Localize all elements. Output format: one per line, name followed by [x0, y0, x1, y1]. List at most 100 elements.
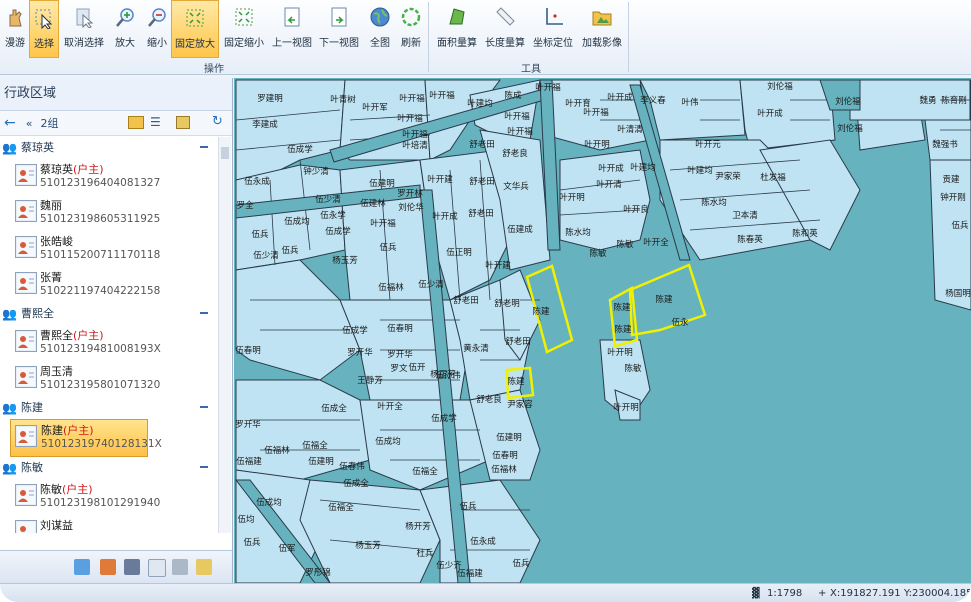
parcel-label: 伍福林: [264, 445, 290, 456]
polygon-icon: [444, 4, 470, 30]
select-button[interactable]: 选择: [29, 0, 59, 58]
coord-locate-button[interactable]: 坐标定位: [532, 0, 574, 58]
parcel-label: 伍成学: [342, 325, 368, 336]
parcel-label: 陈敏: [589, 248, 607, 259]
list-item[interactable]: 刘谋益: [0, 515, 218, 533]
folder-icon[interactable]: [128, 116, 144, 129]
zoom-out-icon: [144, 4, 170, 30]
parcel-label: 舒老田: [505, 336, 531, 347]
document-tab-icon[interactable]: [148, 559, 166, 577]
tree-group[interactable]: 👥 陈敏: [0, 457, 218, 479]
person-card-icon: [15, 425, 37, 447]
parcel-label: 叶开福: [504, 111, 530, 122]
people-tab-icon[interactable]: [74, 559, 90, 575]
parcel-label: 杨玉芳: [355, 540, 381, 551]
parcel-label: 伍成全: [343, 478, 369, 489]
fixed-zoom-in-button[interactable]: 固定放大: [171, 0, 219, 58]
group-label-operate: 操作: [204, 64, 224, 75]
tree-group[interactable]: 👥 陈建: [0, 397, 218, 419]
parcel-label: 杨玉芳: [332, 255, 358, 266]
next-view-button[interactable]: 下一视图: [319, 0, 359, 58]
users-icon: 👥: [2, 307, 17, 321]
collapse-icon[interactable]: [200, 146, 208, 148]
parcel-label: 杜发福: [760, 172, 786, 183]
binoculars-tab-icon[interactable]: [124, 559, 140, 575]
scrollbar-thumb[interactable]: [221, 147, 229, 159]
roam-button[interactable]: 漫游: [1, 0, 29, 58]
tree-group[interactable]: 👥 蔡琼英: [0, 137, 218, 159]
person-name: 张菁: [40, 271, 62, 284]
parcel-label: 王静芳: [357, 375, 383, 386]
list-item[interactable]: 魏丽 510123198605311925: [0, 195, 218, 231]
parcel-label: 刘伦福: [835, 96, 861, 107]
collapse-icon[interactable]: [200, 406, 208, 408]
layers-tab-icon[interactable]: [196, 559, 212, 575]
list-item-selected[interactable]: 陈建(户主) 51012319740128131X: [10, 419, 162, 457]
person-card-icon: [15, 366, 37, 388]
parcel-label: 伍成学: [325, 226, 351, 237]
list-item[interactable]: 张皓峻 510115200711170118: [0, 231, 218, 267]
parcel-label: 刘伦华: [398, 202, 424, 213]
parcel-label: 伍福建: [236, 456, 262, 467]
collapse-icon[interactable]: [200, 312, 208, 314]
tree-icon[interactable]: ☰: [150, 115, 161, 129]
parcel-label: 伍福建: [457, 568, 483, 579]
tree-group[interactable]: 👥 曹熙全: [0, 303, 218, 325]
zoom-in-button[interactable]: 放大: [111, 0, 139, 58]
parcel-label: 伍永学: [320, 210, 346, 221]
list-item[interactable]: 陈敏(户主) 510123198101291940: [0, 479, 218, 515]
person-name: 周玉清: [40, 365, 73, 378]
refresh-small-icon[interactable]: ↻: [212, 114, 223, 129]
parcel-label: 舒老田: [469, 139, 495, 150]
parcel-label: 叶开明: [584, 140, 610, 150]
parcel-label: 伍兵: [281, 245, 299, 256]
parcel-label: 陈和英: [792, 228, 818, 239]
printer-tab-icon[interactable]: [172, 559, 188, 575]
map-canvas[interactable]: 罗建明 叶青树 叶开福 叶开福 叶建均 陈成 叶开福 叶开育 叶开成 李义春 叶伟 刘伦福 刘伦福 魏勇陈…: [234, 78, 971, 583]
back-arrow-icon[interactable]: ←: [4, 115, 16, 131]
person-id: 510123196404081327: [40, 177, 161, 189]
parcel-label: 陈建: [507, 376, 525, 387]
list-item[interactable]: 张菁 510221197404222158: [0, 267, 218, 303]
panel-bottom-toolbar: [0, 550, 232, 583]
full-view-button[interactable]: 全图: [367, 0, 393, 58]
list-item[interactable]: 蔡琼英(户主) 510123196404081327: [0, 159, 218, 195]
parcel-label: 刘伦福: [767, 81, 793, 92]
zoom-out-button[interactable]: 缩小: [143, 0, 171, 58]
parcel-label: 伍春明: [492, 450, 518, 461]
parcel-label: 杜兵: [416, 548, 434, 559]
double-left-icon[interactable]: «: [26, 117, 33, 130]
parcel-label: 伍开: [408, 362, 426, 373]
person-name: 曹熙全: [40, 329, 73, 342]
fixed-zoom-out-button[interactable]: 固定缩小: [222, 0, 266, 58]
person-card-icon: [15, 520, 37, 533]
area-measure-button[interactable]: 面积量算: [437, 0, 477, 58]
parcel-label: 伍少清: [315, 194, 341, 205]
parcel-label: 魏强书: [932, 139, 958, 150]
parcel-label: 伍永: [671, 317, 689, 328]
next-view-icon: [326, 4, 352, 30]
person-card-icon: [15, 236, 37, 258]
tree-scrollbar[interactable]: [218, 137, 231, 533]
parcel-label: 陈建: [613, 302, 631, 313]
status-bar: ▓ 1:1798 + X:191827.191 Y:230004.185: [0, 583, 971, 602]
map-svg[interactable]: 罗建明 叶青树 叶开福 叶开福叶建均陈成叶开福叶开育叶开成 李义春 叶伟刘伦福刘伦福 魏勇陈…: [234, 78, 971, 583]
householder-tag: (户主): [63, 424, 94, 437]
length-measure-button[interactable]: 长度量算: [485, 0, 525, 58]
cube-tab-icon[interactable]: [100, 559, 116, 575]
prev-view-button[interactable]: 上一视图: [272, 0, 312, 58]
load-image-button[interactable]: 加载影像: [581, 0, 623, 58]
list-item[interactable]: 周玉清 510123195801071320: [0, 361, 218, 397]
refresh-button[interactable]: 刷新: [398, 0, 424, 58]
list-item[interactable]: 曹熙全(户主) 51012319481008193X: [0, 325, 218, 361]
layers-icon[interactable]: [176, 116, 190, 129]
parcel-label: 伍福林: [491, 464, 517, 475]
prev-view-icon: [279, 4, 305, 30]
collapse-icon[interactable]: [200, 466, 208, 468]
parcel-label: 陈敏: [624, 363, 642, 374]
parcel-label: 叶开福: [370, 218, 396, 229]
deselect-button[interactable]: 取消选择: [61, 0, 107, 58]
parcel-label: 罗文: [390, 363, 408, 374]
person-id: 510123195801071320: [40, 379, 161, 391]
parcel-label: 叶开良: [623, 204, 649, 215]
